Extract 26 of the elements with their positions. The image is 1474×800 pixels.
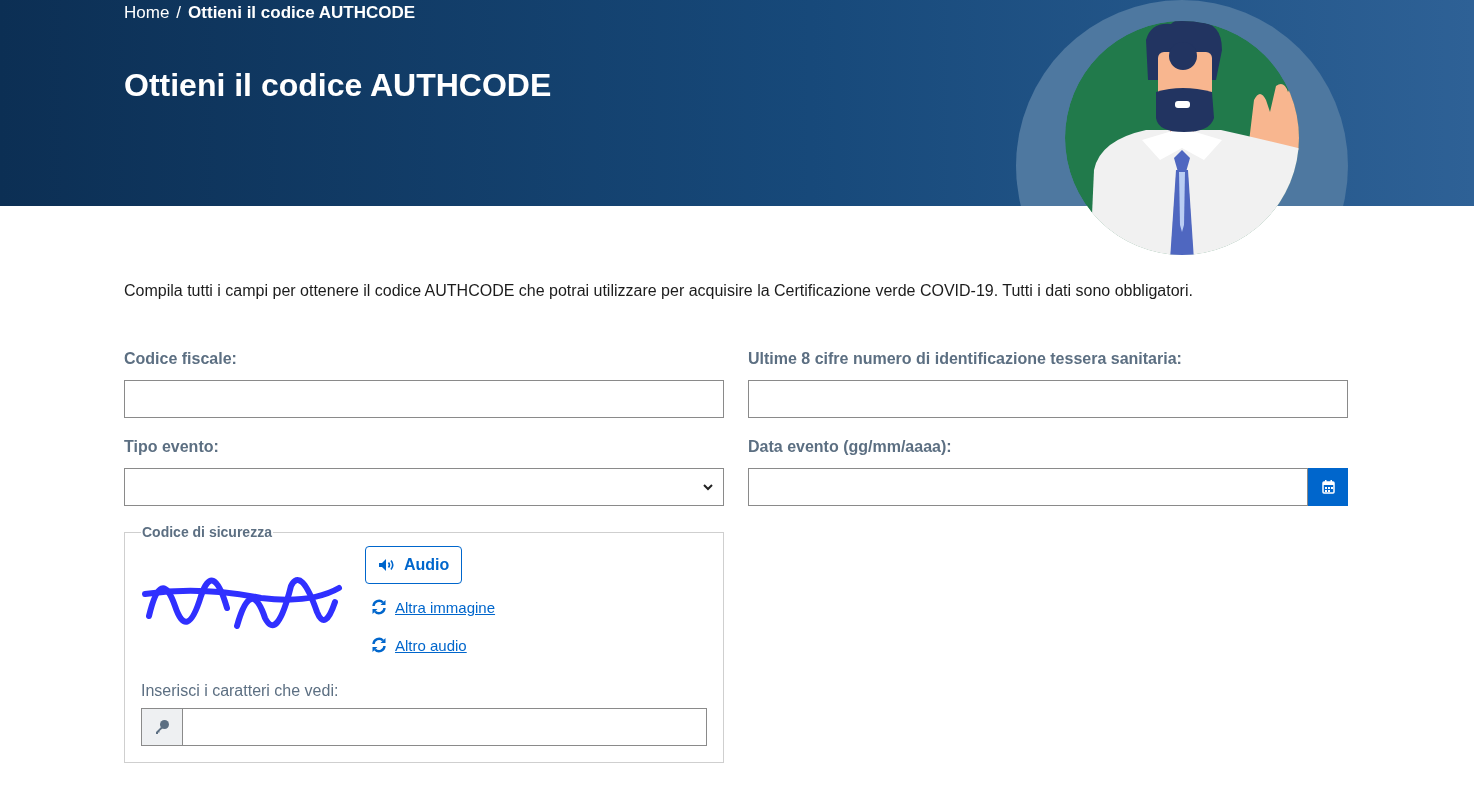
captcha-input-field[interactable] <box>141 708 707 746</box>
breadcrumb-separator: / <box>176 3 182 23</box>
chevron-down-icon <box>703 483 713 491</box>
field-label: Tipo evento: <box>124 438 220 457</box>
speaker-icon <box>378 558 396 572</box>
calendar-button[interactable] <box>1308 468 1348 506</box>
intro-text: Compila tutti i campi per ottenere il codice AUTHCODE che potrai utilizzare per acquisire la Certificazione verde COVID-19. Tutti i dati sono obbligatori. <box>124 282 1194 300</box>
field-label: Data evento (gg/mm/aaaa): <box>748 438 953 457</box>
page-title: Ottieni il codice AUTHCODE <box>124 67 553 104</box>
date-field[interactable] <box>748 468 1308 506</box>
refresh-icon <box>371 637 387 653</box>
text-link[interactable]: Altro audio <box>395 636 467 654</box>
captcha-legend: Codice di sicurezza <box>141 524 273 540</box>
input-field[interactable] <box>748 380 1348 418</box>
refresh-icon <box>371 599 387 615</box>
breadcrumb-current: Ottieni il codice AUTHCODE <box>188 3 416 23</box>
breadcrumb-link[interactable]: Home <box>124 3 170 23</box>
calendar-icon <box>1321 480 1335 494</box>
audio-button[interactable]: Audio <box>365 546 463 584</box>
input-field[interactable] <box>124 380 724 418</box>
field-label: Inserisci i caratteri che vedi: <box>141 682 340 700</box>
text-link[interactable]: Altra immagine <box>395 598 496 616</box>
select-field[interactable] <box>124 468 724 506</box>
key-icon <box>154 719 170 735</box>
field-label: Codice fiscale: <box>124 350 238 369</box>
field-label: Ultime 8 cifre numero di identificazione tessera sanitaria: <box>748 350 1183 369</box>
